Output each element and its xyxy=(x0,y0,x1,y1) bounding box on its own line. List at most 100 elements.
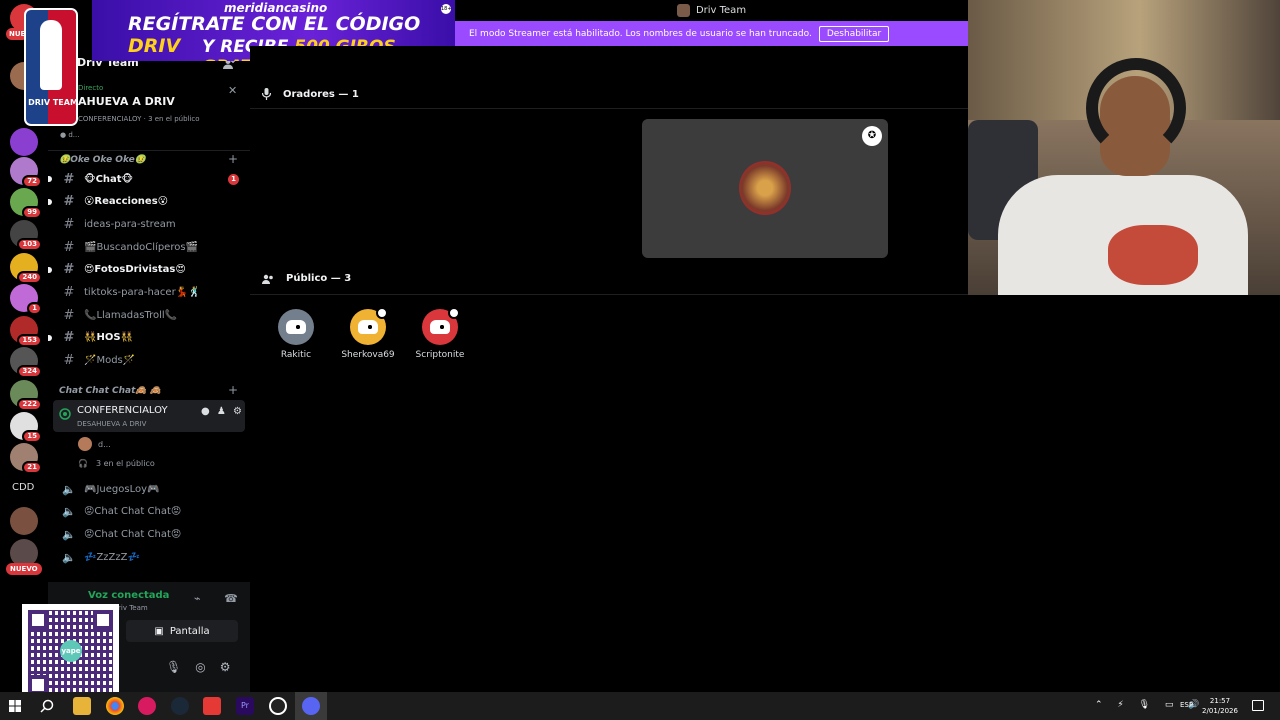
channel-item[interactable]: # 📞LlamadasTroll📞 xyxy=(48,305,250,325)
screen-icon: ▣ xyxy=(154,625,164,637)
discord-logo-icon xyxy=(286,320,306,334)
server-icon-5[interactable]: 99 xyxy=(10,188,42,219)
search-icon[interactable] xyxy=(40,699,54,713)
speaker-icon: 🔈 xyxy=(62,505,76,519)
avatar xyxy=(78,437,92,451)
unread-badge: 153 xyxy=(17,334,42,347)
audience-icon xyxy=(262,274,273,284)
chrome-icon[interactable] xyxy=(106,697,124,715)
streamer-mode-bar: El modo Streamer está habilitado. Los no… xyxy=(455,21,968,46)
hash-icon: # xyxy=(63,216,75,232)
server-folder-label[interactable]: CDD xyxy=(12,482,34,493)
channel-item[interactable]: # ideas-para-stream xyxy=(48,214,250,234)
steam-icon[interactable] xyxy=(171,697,189,715)
channel-name: 📞LlamadasTroll📞 xyxy=(84,309,178,321)
server-icon-7[interactable]: 240 xyxy=(10,253,42,284)
live-stage-subtitle: CONFERENCIALOY · 3 en el público xyxy=(78,115,200,123)
window-titlebar: Driv Team xyxy=(455,0,968,21)
channel-item[interactable]: # 😍FotosDrivistas😍 xyxy=(48,260,250,280)
obs-icon[interactable] xyxy=(269,697,287,715)
channel-item[interactable]: # 🪄Mods🪄 xyxy=(48,351,250,371)
server-icon-12[interactable]: 15 xyxy=(10,412,42,443)
headphones-icon: 🎧 xyxy=(78,459,88,468)
server-icon-9[interactable]: 153 xyxy=(10,316,42,347)
discord-logo-icon xyxy=(358,320,378,334)
mention-badge: 1 xyxy=(228,173,239,185)
screen-share-button[interactable]: ▣ Pantalla xyxy=(126,620,238,642)
speaker-card[interactable]: ✪ xyxy=(642,119,888,258)
voice-channel-item[interactable]: 🔈 💤ZzZzZ💤 xyxy=(48,547,250,567)
add-channel-icon[interactable]: + xyxy=(228,383,238,397)
notification-icon[interactable] xyxy=(1252,700,1264,711)
streamer-mode-message: El modo Streamer está habilitado. Los no… xyxy=(469,28,812,39)
stage-channel-topic: DESAHUEVA A DRIV xyxy=(77,420,147,428)
server-icon-11[interactable]: 222 xyxy=(10,380,42,411)
streaming-app-icon[interactable] xyxy=(203,697,221,715)
server-icon-13[interactable]: 21 xyxy=(10,443,42,474)
server-icon-8[interactable]: 1 xyxy=(10,284,42,315)
voice-channel-item[interactable]: 🔈 🎮JuegosLoy🎮 xyxy=(48,479,250,499)
live-stage-user: ● d... xyxy=(60,131,80,139)
channel-name: ideas-para-stream xyxy=(84,218,176,230)
window-title: Driv Team xyxy=(695,5,747,16)
unread-indicator xyxy=(48,266,52,273)
audience-member[interactable]: Scriptonite xyxy=(410,307,470,360)
channel-item[interactable]: # 🎬BuscandoClíperos🎬 xyxy=(48,237,250,257)
file-explorer-icon[interactable] xyxy=(73,697,91,715)
windows-start-icon[interactable] xyxy=(9,700,21,712)
media-player-icon[interactable] xyxy=(138,697,156,715)
server-icon xyxy=(676,4,690,17)
voice-channel-item[interactable]: 🔈 😡Chat Chat Chat😡 xyxy=(48,524,250,544)
discord-icon[interactable] xyxy=(302,697,320,715)
unread-badge: 72 xyxy=(22,175,42,188)
channel-item[interactable]: # 😮Reacciones😮 xyxy=(48,192,250,212)
close-icon[interactable]: ✕ xyxy=(228,84,237,97)
server-icon-3[interactable] xyxy=(10,128,38,156)
voice-server: riv Team xyxy=(118,604,148,612)
server-icon-14[interactable] xyxy=(10,507,38,535)
speaker-avatar xyxy=(739,161,791,215)
language-indicator[interactable]: ESP xyxy=(1180,701,1193,709)
channel-name: 😍FotosDrivistas😍 xyxy=(84,264,186,276)
stage-channel-actions[interactable]: ● ♟ ⚙ xyxy=(201,406,244,417)
server-icon-4[interactable]: 72 xyxy=(10,157,42,188)
live-stage-title: AHUEVA A DRIV xyxy=(78,95,175,108)
live-stage-card[interactable]: Directo AHUEVA A DRIV CONFERENCIALOY · 3… xyxy=(56,80,244,150)
category-chat[interactable]: Chat Chat Chat🙈 🙈 xyxy=(59,386,161,396)
disable-streamer-button[interactable]: Deshabilitar xyxy=(818,25,890,42)
server-icon-6[interactable]: 103 xyxy=(10,220,42,251)
audience-member[interactable]: Rakitic xyxy=(266,309,326,360)
voice-channel-name: 🎮JuegosLoy🎮 xyxy=(84,483,160,495)
category-oke[interactable]: 🤢Oke Oke Oke🤢 xyxy=(59,155,146,165)
channel-item[interactable]: # tiktoks-para-hacer💃🕺 xyxy=(48,283,250,303)
audience-member[interactable]: Sherkova69 xyxy=(338,307,398,360)
status-icon xyxy=(448,307,460,319)
unread-badge: 15 xyxy=(22,430,42,443)
voice-panel: Voz conectada riv Team ⌁ ☎ ▣ Pantalla 🎙◎⚙… xyxy=(22,582,250,701)
avatar xyxy=(422,307,460,345)
webcam-shirt-print xyxy=(1108,225,1198,285)
premiere-icon[interactable]: Pr xyxy=(236,697,254,715)
voice-channel-name: 😡Chat Chat Chat😡 xyxy=(84,528,182,540)
clock-time: 21:57 xyxy=(1209,697,1231,705)
qr-corner xyxy=(93,610,113,630)
unread-badge: 103 xyxy=(17,238,42,251)
voice-channel-item[interactable]: 🔈 😡Chat Chat Chat😡 xyxy=(48,502,250,522)
channel-sidebar: Driv Team Directo AHUEVA A DRIV CONFEREN… xyxy=(22,46,250,701)
hash-icon: # xyxy=(63,262,75,278)
user-controls[interactable]: 🎙◎⚙ xyxy=(166,660,244,674)
stage-channel-conferencialoy[interactable]: CONFERENCIALOY DESAHUEVA A DRIV ● ♟ ⚙ xyxy=(53,400,245,432)
new-pill: NUEVO xyxy=(6,563,42,575)
live-user-name: d... xyxy=(68,131,80,139)
voice-actions[interactable]: ⌁ ☎ xyxy=(194,592,248,605)
add-channel-icon[interactable]: + xyxy=(228,152,238,166)
server-icon-10[interactable]: 324 xyxy=(10,347,42,378)
channel-item[interactable]: # 👯HOS👯 xyxy=(48,328,250,348)
clock[interactable]: 21:57 2/01/2026 xyxy=(1200,696,1240,716)
avatar xyxy=(350,307,388,345)
hash-icon: # xyxy=(63,239,75,255)
unread-indicator xyxy=(48,198,52,205)
channel-item[interactable]: # 🐵Chat🐵 1 xyxy=(48,169,250,189)
stage-user[interactable]: d... xyxy=(78,437,111,451)
stage-audience: 🎧 3 en el público xyxy=(78,459,155,468)
